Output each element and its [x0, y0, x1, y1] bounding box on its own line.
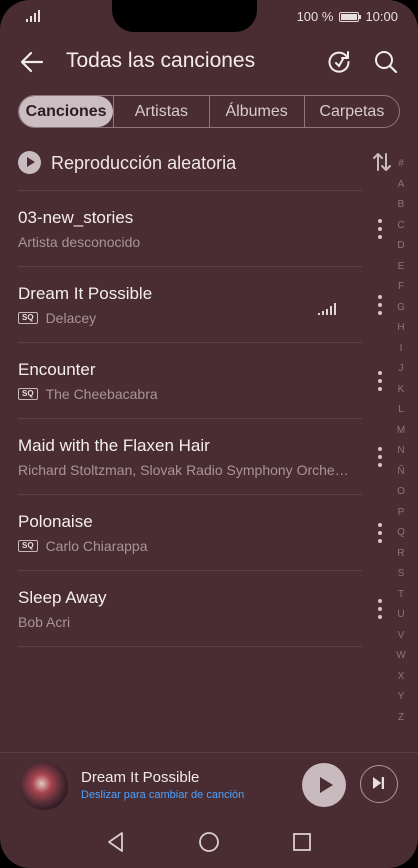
album-art	[20, 762, 68, 810]
skip-next-icon	[372, 777, 385, 790]
alphabet-letter[interactable]: H	[397, 318, 404, 339]
list-item[interactable]: Sleep Away Bob Acri	[18, 570, 382, 646]
sq-badge: SQ	[18, 312, 38, 324]
alphabet-index[interactable]: # A B C D E F G H I J K L M N Ñ O P Q R S T U V W X Y Z	[394, 154, 408, 728]
alphabet-letter[interactable]: U	[397, 605, 404, 626]
play-button[interactable]	[302, 763, 346, 807]
sq-badge: SQ	[18, 388, 38, 400]
tab-albumes[interactable]: Álbumes	[208, 96, 304, 127]
alphabet-letter[interactable]: F	[398, 277, 404, 298]
alphabet-letter[interactable]: V	[398, 626, 405, 647]
sort-icon[interactable]	[370, 150, 394, 174]
alphabet-letter[interactable]: I	[400, 339, 403, 360]
song-artist: The Cheebacabra	[45, 386, 158, 402]
nav-recents-icon[interactable]	[290, 830, 314, 854]
next-button[interactable]	[360, 765, 398, 803]
alphabet-letter[interactable]: Y	[398, 687, 405, 708]
alphabet-letter[interactable]: E	[398, 257, 405, 278]
now-playing-hint: Deslizar para cambiar de canción	[81, 789, 245, 801]
song-artist: Carlo Chiarappa	[45, 538, 148, 554]
nav-back-icon[interactable]	[104, 830, 128, 854]
song-title: Encounter	[18, 360, 96, 379]
alphabet-letter[interactable]: A	[398, 175, 405, 196]
alphabet-letter[interactable]: K	[398, 380, 405, 401]
page-title: Todas las canciones	[66, 49, 256, 72]
alphabet-letter[interactable]: O	[397, 482, 405, 503]
search-icon[interactable]	[372, 48, 400, 76]
battery-percent: 100 %	[296, 9, 334, 24]
alphabet-letter[interactable]: J	[399, 359, 404, 380]
song-title: Dream It Possible	[18, 284, 153, 303]
list-item[interactable]: Polonaise SQ Carlo Chiarappa	[18, 494, 382, 570]
signal-icon	[26, 10, 40, 22]
song-title: Maid with the Flaxen Hair	[18, 436, 210, 455]
alphabet-letter[interactable]: C	[397, 216, 404, 237]
tab-carpetas[interactable]: Carpetas	[303, 96, 399, 127]
sq-badge: SQ	[18, 540, 38, 552]
shuffle-label: Reproducción aleatoria	[51, 153, 237, 173]
now-playing-bars-icon	[318, 303, 336, 315]
list-item[interactable]: Encounter SQ The Cheebacabra	[18, 342, 382, 418]
nav-home-icon[interactable]	[197, 830, 221, 854]
song-artist: Artista desconocido	[18, 234, 141, 250]
category-tabs: Canciones Artistas Álbumes Carpetas	[18, 95, 400, 128]
now-playing-title: Dream It Possible	[81, 769, 200, 786]
song-artist: Richard Stoltzman, Slovak Radio Symphony…	[18, 462, 349, 478]
alphabet-letter[interactable]: Z	[398, 708, 404, 729]
more-options-icon[interactable]	[378, 447, 382, 469]
more-options-icon[interactable]	[378, 371, 382, 393]
list-item[interactable]: Maid with the Flaxen Hair Richard Stoltz…	[18, 418, 382, 494]
alphabet-letter[interactable]: D	[397, 236, 404, 257]
app-bar: Todas las canciones	[0, 40, 418, 86]
song-title: Sleep Away	[18, 588, 107, 607]
alphabet-letter[interactable]: L	[398, 400, 404, 421]
list-item[interactable]: 03-new_stories Artista desconocido	[18, 190, 382, 266]
song-title: 03-new_stories	[18, 208, 134, 227]
phone-screen: 100 % 10:00 Todas las canciones Cancione…	[0, 0, 418, 868]
alphabet-letter[interactable]: P	[398, 503, 405, 524]
alphabet-letter[interactable]: S	[398, 564, 405, 585]
tab-artistas[interactable]: Artistas	[113, 96, 208, 127]
clock: 10:00	[365, 9, 398, 24]
more-options-icon[interactable]	[378, 599, 382, 621]
back-arrow-icon[interactable]	[18, 48, 46, 76]
song-list: 03-new_stories Artista desconocido Dream…	[18, 190, 382, 647]
song-title: Polonaise	[18, 512, 93, 531]
alphabet-letter[interactable]: Q	[397, 523, 405, 544]
more-options-icon[interactable]	[378, 523, 382, 545]
tab-canciones[interactable]: Canciones	[19, 96, 114, 127]
alphabet-letter[interactable]: W	[396, 646, 405, 667]
battery-icon	[339, 11, 362, 22]
song-artist: Delacey	[45, 310, 97, 326]
refresh-icon[interactable]	[325, 48, 353, 76]
alphabet-letter[interactable]: #	[398, 154, 404, 175]
system-nav-bar	[0, 816, 418, 868]
alphabet-letter[interactable]: T	[398, 585, 404, 606]
alphabet-letter[interactable]: X	[398, 667, 405, 688]
mini-player[interactable]: Dream It Possible Deslizar para cambiar …	[0, 752, 418, 817]
more-options-icon[interactable]	[378, 295, 382, 317]
shuffle-play-row[interactable]: Reproducción aleatoria	[18, 146, 394, 180]
song-artist: Bob Acri	[18, 614, 71, 630]
alphabet-letter[interactable]: R	[397, 544, 404, 565]
alphabet-letter[interactable]: M	[397, 421, 405, 442]
list-divider	[18, 646, 362, 647]
alphabet-letter[interactable]: G	[397, 298, 405, 319]
more-options-icon[interactable]	[378, 219, 382, 241]
alphabet-letter[interactable]: N	[397, 441, 404, 462]
play-icon	[18, 151, 41, 174]
alphabet-letter[interactable]: Ñ	[397, 462, 404, 483]
alphabet-letter[interactable]: B	[398, 195, 405, 216]
list-item[interactable]: Dream It Possible SQ Delacey	[18, 266, 382, 342]
status-bar: 100 % 10:00	[0, 0, 418, 32]
